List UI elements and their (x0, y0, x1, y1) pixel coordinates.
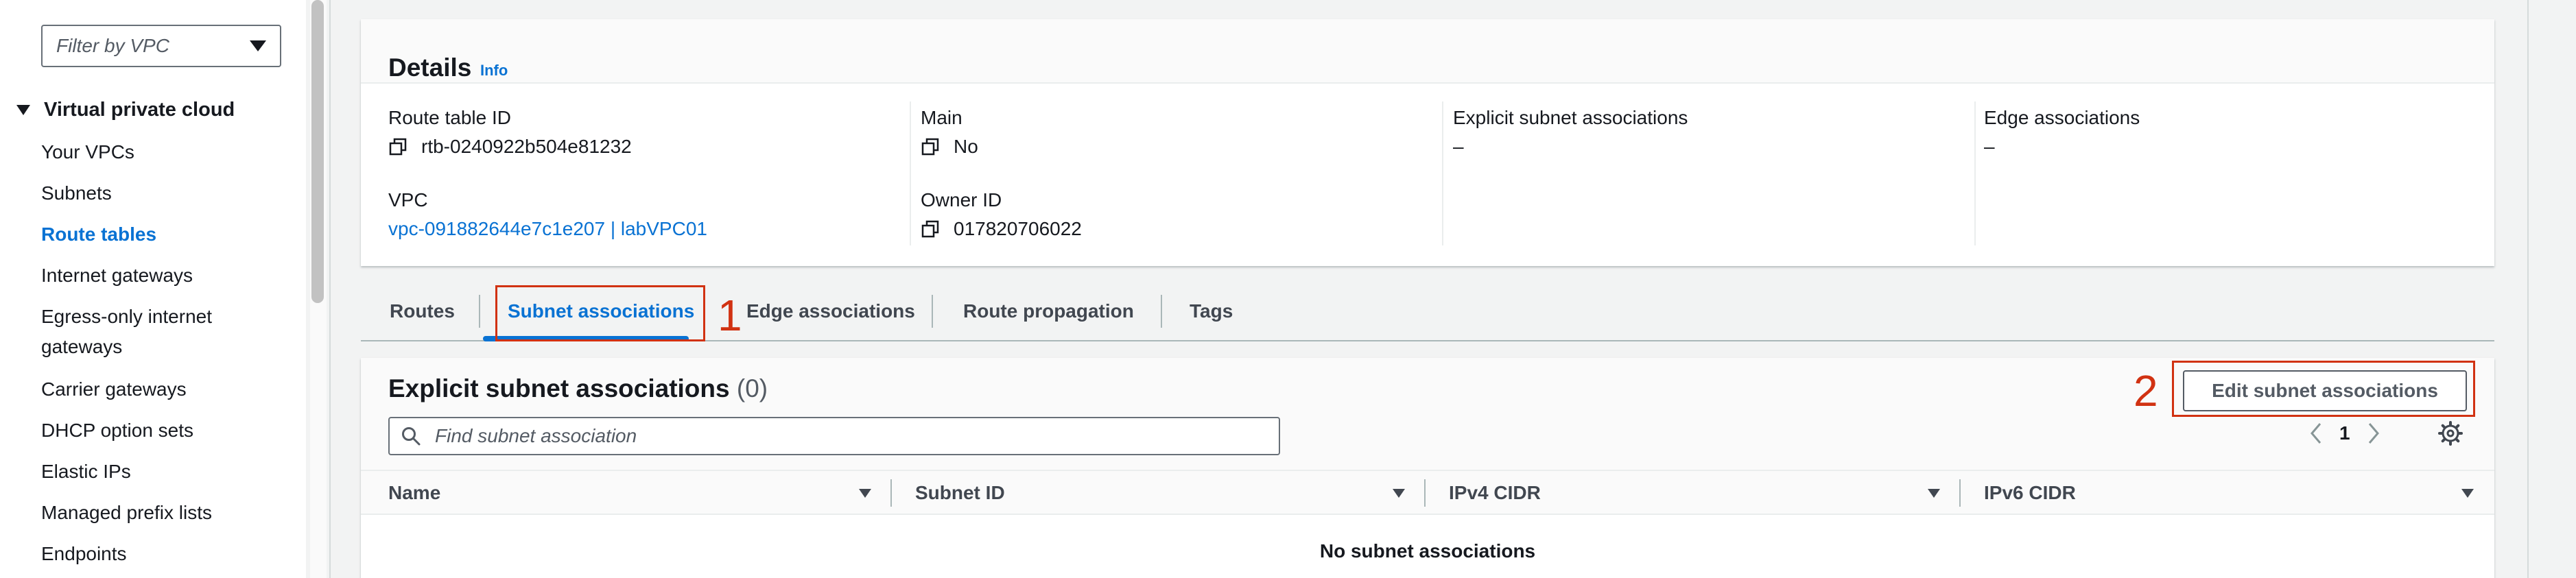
sidebar-item-internet-gateways[interactable]: Internet gateways (41, 261, 261, 291)
highlight-box-step-2 (2172, 361, 2475, 417)
column-header-ipv4-cidr[interactable]: IPv4 CIDR (1449, 482, 1541, 504)
main: No (954, 136, 978, 157)
edge-associations-value: – (1984, 136, 1995, 157)
tab-edge-associations[interactable]: Edge associations (746, 296, 915, 326)
gear-icon[interactable] (2438, 421, 2463, 446)
search-placeholder: Find subnet association (435, 425, 637, 446)
column-divider (1442, 101, 1443, 245)
column-divider (910, 101, 911, 245)
find-subnet-association-input[interactable]: Find subnet association (388, 417, 1280, 455)
chevron-left-icon[interactable] (2306, 421, 2326, 446)
column-separator[interactable] (1424, 479, 1426, 507)
search-icon (402, 427, 421, 446)
sidebar-divider (329, 0, 331, 578)
copy-icon[interactable] (388, 137, 407, 156)
assoc-title: Explicit subnet associations (0) (388, 374, 768, 403)
sort-caret-icon[interactable] (1928, 489, 1940, 498)
column-header-subnet-id[interactable]: Subnet ID (915, 482, 1005, 504)
details-header: Details Info (361, 19, 2494, 84)
step-1-label: 1 (718, 291, 742, 340)
nav-section-title: Virtual private cloud (44, 99, 235, 121)
tab-tags[interactable]: Tags (1190, 296, 1233, 326)
owner-id-label: Owner ID (921, 189, 1002, 210)
tab-separator (479, 295, 480, 328)
sidebar-item-elastic-ips[interactable]: Elastic IPs (41, 457, 261, 487)
nav-section-virtual-private-cloud[interactable]: Virtual private cloud (16, 99, 235, 121)
caret-down-icon (16, 105, 30, 115)
route-table-id-label: Route table ID (388, 107, 511, 128)
tab-separator (1161, 295, 1162, 328)
pagination: 1 (2306, 421, 2383, 446)
details-panel: Details Info Route table ID rtb-0240922b… (361, 19, 2494, 266)
caret-down-icon (250, 40, 266, 51)
owner-id-value: 017820706022 (921, 218, 1082, 240)
sort-caret-icon[interactable] (1393, 489, 1405, 498)
table-header: Name Subnet ID IPv4 CIDR IPv6 CIDR (361, 470, 2494, 515)
copy-icon[interactable] (921, 137, 940, 156)
sidebar-item-managed-prefix-lists[interactable]: Managed prefix lists (41, 498, 261, 528)
filter-by-vpc-select[interactable]: Filter by VPC (41, 25, 281, 67)
owner-id: 017820706022 (954, 218, 1082, 239)
column-separator[interactable] (1959, 479, 1961, 507)
sidebar: Filter by VPC Virtual private cloud Your… (0, 0, 306, 578)
main-label: Main (921, 107, 962, 128)
tab-route-propagation[interactable]: Route propagation (963, 296, 1134, 326)
filter-placeholder: Filter by VPC (56, 35, 169, 56)
column-separator[interactable] (890, 479, 892, 507)
sidebar-item-route-tables[interactable]: Route tables (41, 219, 261, 250)
route-table-id: rtb-0240922b504e81232 (421, 136, 632, 157)
tab-routes[interactable]: Routes (390, 296, 455, 326)
sidebar-item-carrier-gateways[interactable]: Carrier gateways (41, 374, 261, 405)
route-table-id-value: rtb-0240922b504e81232 (388, 136, 632, 158)
column-divider (1974, 101, 1976, 245)
vpc-link[interactable]: vpc-091882644e7c1e207 | labVPC01 (388, 218, 707, 240)
sidebar-item-subnets[interactable]: Subnets (41, 178, 261, 208)
chevron-right-icon[interactable] (2364, 421, 2383, 446)
assoc-title-text: Explicit subnet associations (388, 374, 730, 402)
column-header-ipv6-cidr[interactable]: IPv6 CIDR (1984, 482, 2076, 504)
sort-caret-icon[interactable] (2461, 489, 2474, 498)
content-right-edge (2527, 0, 2529, 578)
sidebar-scrollbar-thumb[interactable] (311, 0, 324, 303)
details-title: Details (388, 53, 472, 82)
sidebar-item-your-vpcs[interactable]: Your VPCs (41, 137, 261, 167)
edge-associations-label: Edge associations (1984, 107, 2140, 128)
empty-table-message: No subnet associations (1319, 540, 1536, 562)
assoc-count: (0) (736, 374, 768, 402)
page-number[interactable]: 1 (2339, 422, 2350, 444)
details-info-link[interactable]: Info (480, 62, 508, 80)
sort-caret-icon[interactable] (859, 489, 871, 498)
main-value: No (921, 136, 978, 158)
explicit-subnet-associations-value: – (1453, 136, 1464, 157)
column-header-name[interactable]: Name (388, 482, 440, 504)
sidebar-item-endpoints[interactable]: Endpoints (41, 539, 261, 569)
vpc-label: VPC (388, 189, 428, 210)
sidebar-item-egress-only-internet-gateways[interactable]: Egress-only internet gateways (41, 302, 261, 362)
highlight-box-step-1 (495, 285, 705, 341)
tab-separator (932, 295, 933, 328)
vpc-value: vpc-091882644e7c1e207 | labVPC01 (388, 218, 707, 240)
explicit-subnet-associations-label: Explicit subnet associations (1453, 107, 1688, 128)
copy-icon[interactable] (921, 219, 940, 239)
sidebar-item-dhcp-option-sets[interactable]: DHCP option sets (41, 416, 261, 446)
step-2-label: 2 (2134, 366, 2158, 416)
